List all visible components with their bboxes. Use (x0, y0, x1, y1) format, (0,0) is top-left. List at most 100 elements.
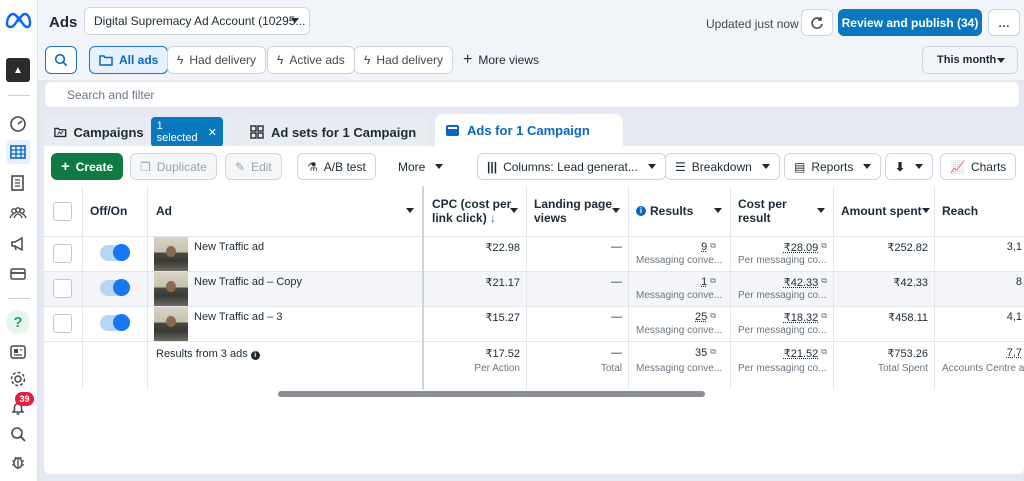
landing-value: — (611, 311, 622, 323)
selected-count: 1 selected (156, 120, 198, 144)
expand-icon: ⧉ (821, 276, 827, 285)
ad-name-link[interactable]: New Traffic ad – Copy (194, 276, 302, 288)
audiences-icon[interactable] (6, 201, 30, 225)
news-feed-icon[interactable] (6, 340, 30, 364)
search-toggle-button[interactable] (45, 46, 77, 74)
search-filter-input[interactable]: Search and filter (44, 81, 1020, 108)
pages-icon[interactable] (6, 171, 30, 195)
summary-cpc-sub: Per Action (474, 363, 520, 374)
report-bug-icon[interactable] (6, 450, 30, 474)
header-reach[interactable]: Reach (942, 186, 1024, 236)
summary-label: Results from 3 ads i (156, 348, 260, 360)
flask-icon: ⚗ (307, 159, 318, 174)
columns-button[interactable]: ||| Columns: Lead generat... (477, 153, 666, 180)
account-name: Digital Supremacy Ad Account (10295... (94, 14, 306, 28)
cpr-value[interactable]: ₹28.09 ⧉ (738, 241, 827, 254)
results-value[interactable]: 1 ⧉ (636, 276, 716, 288)
chevron-down-icon[interactable] (922, 208, 930, 213)
chevron-down-icon (435, 164, 444, 169)
cpc-value: ₹15.27 (485, 312, 520, 324)
chevron-down-icon[interactable] (510, 208, 518, 213)
meta-logo-icon[interactable] (4, 10, 32, 30)
summary-reach-sub: Accounts Centre ac (942, 363, 1024, 374)
close-icon[interactable]: ✕ (208, 126, 217, 139)
tab-label: Campaigns (73, 124, 144, 140)
megaphone-icon[interactable] (6, 232, 30, 256)
more-options-button[interactable]: … (988, 9, 1020, 36)
select-all-checkbox[interactable] (53, 202, 72, 221)
header-amount-spent[interactable]: Amount spent (841, 186, 932, 236)
more-actions-button[interactable]: More (389, 153, 453, 180)
results-value[interactable]: 9 ⧉ (636, 241, 716, 253)
tab-campaigns[interactable]: Campaigns 1 selected ✕ (44, 117, 233, 147)
ad-toggle[interactable] (100, 279, 130, 296)
search-icon[interactable] (6, 422, 30, 446)
settings-gear-icon[interactable] (6, 367, 30, 391)
tab-label: Ads for 1 Campaign (467, 123, 590, 138)
tab-ad-sets[interactable]: Ad sets for 1 Campaign (240, 117, 428, 147)
folder-icon (99, 55, 113, 66)
account-selector[interactable]: Digital Supremacy Ad Account (10295... (84, 7, 310, 35)
ad-name-link[interactable]: New Traffic ad – 3 (194, 311, 282, 323)
row-checkbox[interactable] (53, 244, 72, 263)
cpr-value[interactable]: ₹42.33 ⧉ (738, 276, 827, 289)
chevron-down-icon[interactable] (714, 208, 722, 213)
billing-card-icon[interactable] (6, 262, 30, 286)
ads-manager-table-icon[interactable] (6, 140, 30, 164)
header-results[interactable]: i Results (636, 186, 728, 236)
summary-cpr: ₹21.52 ⧉ (783, 347, 827, 360)
view-active-ads[interactable]: ϟ Active ads (267, 46, 355, 74)
view-had-delivery[interactable]: ϟ Had delivery (167, 46, 267, 74)
date-range-selector[interactable]: This month (922, 46, 1018, 74)
header-cpc[interactable]: CPC (cost per link click) ↓ (432, 186, 524, 236)
ad-toggle[interactable] (100, 314, 130, 331)
tab-ads[interactable]: Ads for 1 Campaign (435, 114, 623, 147)
breakdown-button[interactable]: ☰ Breakdown (665, 153, 780, 180)
more-views-button[interactable]: + More views (454, 46, 548, 74)
view-had-delivery-2[interactable]: ϟ Had delivery (354, 46, 454, 74)
export-button[interactable]: ⬇ (885, 153, 934, 180)
amount-spent-value: ₹252.82 (887, 242, 928, 254)
chevron-down-icon[interactable] (817, 208, 825, 213)
results-type: Messaging conve... (636, 290, 723, 301)
edit-label: Edit (251, 159, 272, 174)
row-checkbox[interactable] (53, 279, 72, 298)
refresh-button[interactable] (801, 9, 833, 36)
results-type: Messaging conve... (636, 325, 723, 336)
account-avatar[interactable]: ▲ (6, 58, 30, 82)
column-divider (730, 186, 731, 390)
reports-button[interactable]: ▤ Reports (784, 153, 882, 180)
ad-icon (446, 125, 459, 136)
charts-button[interactable]: 📈 Charts (940, 153, 1017, 180)
left-rail: ▲ ? 39 (0, 0, 38, 481)
lightning-icon: ϟ (364, 53, 371, 67)
selection-pill[interactable]: 1 selected ✕ (150, 117, 223, 147)
create-button[interactable]: + Create (51, 153, 124, 180)
row-checkbox[interactable] (53, 314, 72, 333)
edit-button[interactable]: ✎ Edit (225, 153, 282, 180)
header-off-on[interactable]: Off/On (90, 186, 146, 236)
help-icon[interactable]: ? (6, 310, 30, 334)
info-icon[interactable]: i (636, 206, 646, 216)
columns-icon: ||| (487, 159, 498, 174)
view-all-ads[interactable]: All ads (89, 46, 169, 74)
column-divider (934, 186, 935, 390)
expand-icon: ⧉ (710, 241, 716, 250)
header-ad[interactable]: Ad (156, 186, 420, 236)
review-and-publish-button[interactable]: Review and publish (34) (838, 9, 982, 36)
horizontal-scrollbar[interactable] (278, 391, 705, 397)
ad-name-link[interactable]: New Traffic ad (194, 241, 264, 253)
folder-icon (54, 127, 67, 138)
chevron-down-icon[interactable] (406, 208, 414, 213)
chevron-down-icon (863, 164, 872, 169)
header-cost-per-result[interactable]: Cost per result (738, 186, 831, 236)
chevron-down-icon[interactable] (612, 208, 620, 213)
header-landing-page-views[interactable]: Landing page views (534, 186, 626, 236)
ab-test-button[interactable]: ⚗ A/B test (297, 153, 376, 180)
duplicate-button[interactable]: ❐ Duplicate (130, 153, 217, 180)
ad-toggle[interactable] (100, 244, 130, 261)
cpr-type: Per messaging co... (738, 325, 827, 336)
results-value[interactable]: 25 ⧉ (636, 311, 716, 323)
dashboard-icon[interactable] (6, 111, 30, 135)
cpr-value[interactable]: ₹18.32 ⧉ (738, 311, 827, 324)
